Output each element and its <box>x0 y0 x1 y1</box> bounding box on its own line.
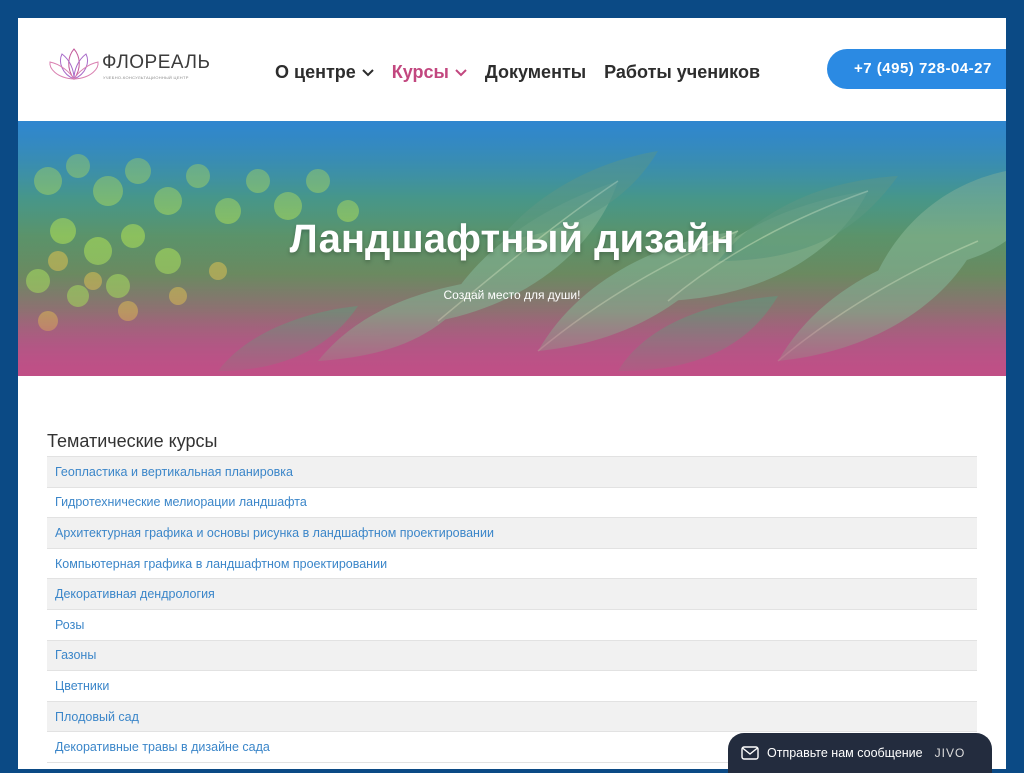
nav-item-label: О центре <box>275 62 356 82</box>
nav-item-label: Работы учеников <box>604 62 761 82</box>
nav-item-label: Документы <box>484 62 587 82</box>
nav-item-about[interactable]: О центре <box>275 62 374 83</box>
course-list: Геопластика и вертикальная планировка Гид… <box>47 456 977 763</box>
nav-item-documents[interactable]: Документы <box>485 62 586 83</box>
logo-tagline: УЧЕБНО-КОНСУЛЬТАЦИОННЫЙ ЦЕНТР <box>103 75 189 80</box>
chat-label: Отправьте нам сообщение <box>767 746 923 760</box>
course-link[interactable]: Архитектурная графика и основы рисунка в… <box>47 518 977 549</box>
hero-subtitle: Создай место для души! <box>443 288 581 302</box>
course-link[interactable]: Гидротехнические мелиорации ландшафта <box>47 487 977 519</box>
chat-widget-button[interactable]: Отправьте нам сообщение JIVO <box>728 733 992 773</box>
nav-item-label: Курсы <box>391 62 449 82</box>
chevron-down-icon <box>362 68 374 76</box>
course-link[interactable]: Розы <box>47 609 977 641</box>
course-link[interactable]: Цветники <box>47 671 977 702</box>
page: ФЛОРЕАЛЬ УЧЕБНО-КОНСУЛЬТАЦИОННЫЙ ЦЕНТР О… <box>18 18 1006 769</box>
site-logo[interactable]: ФЛОРЕАЛЬ УЧЕБНО-КОНСУЛЬТАЦИОННЫЙ ЦЕНТР <box>46 44 210 86</box>
logo-name: ФЛОРЕАЛЬ <box>102 52 211 73</box>
section-title: Тематические курсы <box>47 431 218 451</box>
chat-brand-logo: JIVO <box>934 746 966 760</box>
nav-item-courses[interactable]: Курсы <box>392 62 467 83</box>
hero-banner: Ландшафтный дизайн Создай место для души… <box>18 121 1006 376</box>
course-link[interactable]: Плодовый сад <box>47 701 977 733</box>
lotus-logo-icon <box>49 48 99 80</box>
course-link[interactable]: Декоративная дендрология <box>47 579 977 610</box>
chevron-down-icon <box>455 68 467 76</box>
course-link[interactable]: Геопластика и вертикальная планировка <box>47 457 977 488</box>
course-link[interactable]: Газоны <box>47 640 977 672</box>
site-header: ФЛОРЕАЛЬ УЧЕБНО-КОНСУЛЬТАЦИОННЫЙ ЦЕНТР О… <box>18 18 1006 121</box>
envelope-icon <box>741 746 759 760</box>
hero-title: Ландшафтный дизайн <box>289 217 735 261</box>
nav-item-student-works[interactable]: Работы учеников <box>604 62 760 83</box>
phone-button[interactable]: +7 (495) 728-04-27 <box>827 49 1006 89</box>
course-link[interactable]: Компьютерная графика в ландшафтном проек… <box>47 548 977 580</box>
main-nav: О центре Курсы Документы Работы учеников <box>275 62 778 83</box>
